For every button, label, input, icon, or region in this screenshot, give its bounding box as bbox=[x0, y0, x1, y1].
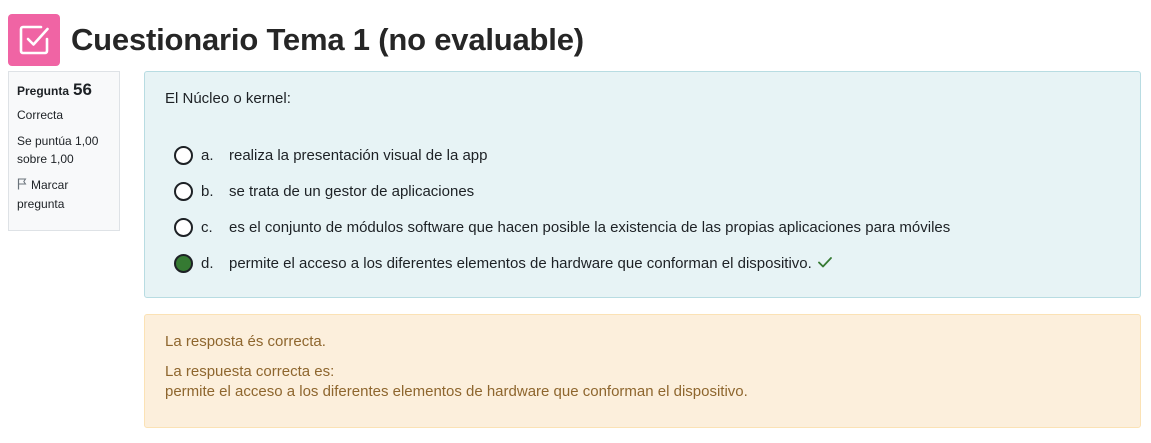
radio-button[interactable] bbox=[174, 217, 193, 237]
question-info: Pregunta 56 Correcta Se puntúa 1,00 sobr… bbox=[8, 71, 120, 231]
right-answer-label: La respuesta correcta es: bbox=[165, 363, 335, 380]
question-number-row: Pregunta 56 bbox=[17, 81, 111, 100]
option-text: realiza la presentación visual de la app bbox=[229, 146, 488, 164]
option-letter: c. bbox=[201, 218, 213, 236]
radio-button[interactable] bbox=[174, 181, 193, 201]
page-header: Cuestionario Tema 1 (no evaluable) bbox=[8, 14, 584, 66]
radio-button[interactable] bbox=[174, 145, 193, 165]
flag-question-link[interactable]: Marcar pregunta bbox=[17, 176, 111, 213]
specific-feedback: La resposta és correcta. bbox=[165, 333, 326, 350]
answer-option-d[interactable]: d. permite el acceso a los diferentes el… bbox=[165, 245, 1120, 281]
feedback-box: La resposta és correcta. La respuesta co… bbox=[144, 314, 1141, 428]
answer-option-b[interactable]: b. se trata de un gestor de aplicaciones bbox=[165, 173, 1120, 209]
page-title: Cuestionario Tema 1 (no evaluable) bbox=[71, 22, 584, 57]
flag-icon bbox=[17, 177, 27, 195]
answer-option-a[interactable]: a. realiza la presentación visual de la … bbox=[165, 137, 1120, 173]
option-letter: b. bbox=[201, 182, 214, 200]
question-grade: Se puntúa 1,00 sobre 1,00 bbox=[17, 134, 99, 166]
radio-button-selected[interactable] bbox=[174, 253, 193, 273]
question-state: Correcta bbox=[17, 108, 64, 122]
question-text: El Núcleo o kernel: bbox=[165, 90, 291, 107]
right-answer-text: permite el acceso a los diferentes eleme… bbox=[165, 383, 748, 400]
option-text: permite el acceso a los diferentes eleme… bbox=[229, 254, 812, 272]
option-text: es el conjunto de módulos software que h… bbox=[229, 218, 951, 236]
option-letter: d. bbox=[201, 254, 214, 272]
answer-options: a. realiza la presentación visual de la … bbox=[165, 137, 1120, 281]
quiz-review-page: Cuestionario Tema 1 (no evaluable) Pregu… bbox=[0, 0, 1151, 443]
question-content: El Núcleo o kernel: a. realiza la presen… bbox=[144, 71, 1141, 298]
correct-check-icon bbox=[817, 255, 832, 272]
quiz-checkbox-icon bbox=[8, 14, 60, 66]
option-letter: a. bbox=[201, 146, 214, 164]
question-label: Pregunta bbox=[17, 84, 70, 98]
question-number: 56 bbox=[73, 80, 92, 99]
answer-option-c[interactable]: c. es el conjunto de módulos software qu… bbox=[165, 209, 1120, 245]
option-text: se trata de un gestor de aplicaciones bbox=[229, 182, 475, 200]
